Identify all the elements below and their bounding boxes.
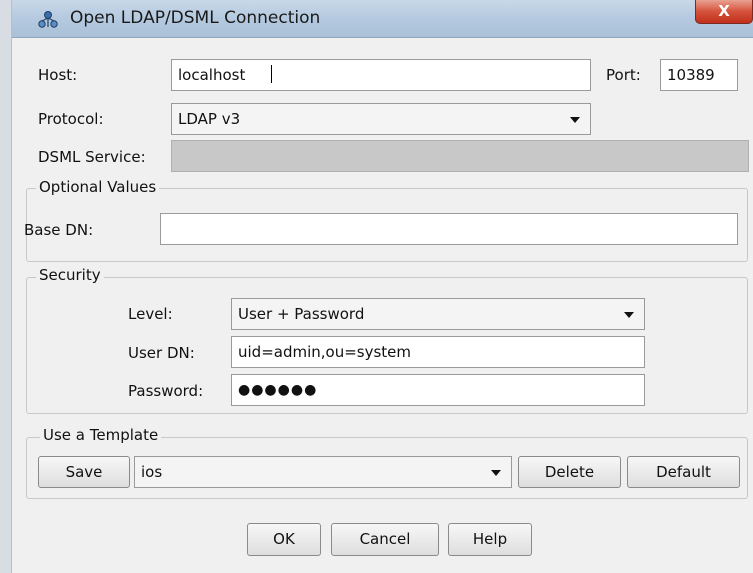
help-button[interactable]: Help — [448, 523, 532, 556]
cancel-button[interactable]: Cancel — [331, 523, 439, 556]
port-input[interactable]: 10389 — [660, 59, 738, 91]
dsml-service-label: DSML Service: — [38, 148, 146, 166]
protocol-dropdown[interactable]: LDAP v3 — [171, 103, 591, 135]
window-left-edge — [0, 0, 12, 573]
port-label: Port: — [606, 66, 641, 84]
base-dn-input[interactable] — [160, 213, 738, 245]
chevron-down-icon — [570, 117, 580, 123]
security-legend: Security — [36, 266, 104, 284]
user-dn-label: User DN: — [128, 344, 195, 362]
user-dn-input[interactable]: uid=admin,ou=system — [231, 336, 645, 368]
chevron-down-icon — [491, 470, 501, 476]
password-label: Password: — [128, 382, 204, 400]
protocol-label: Protocol: — [38, 110, 104, 128]
template-dropdown[interactable]: ios — [134, 456, 512, 488]
ldap-tree-icon — [38, 11, 58, 28]
optional-values-legend: Optional Values — [36, 178, 160, 196]
base-dn-label: Base DN: — [24, 221, 94, 239]
protocol-value: LDAP v3 — [178, 110, 241, 128]
ok-button[interactable]: OK — [247, 523, 321, 556]
save-button[interactable]: Save — [38, 456, 130, 488]
window-title: Open LDAP/DSML Connection — [70, 8, 321, 28]
title-bar[interactable]: Open LDAP/DSML Connection X — [12, 0, 753, 38]
template-value: ios — [141, 463, 163, 481]
close-button[interactable]: X — [695, 0, 753, 24]
host-input[interactable]: localhost — [171, 59, 591, 91]
security-level-dropdown[interactable]: User + Password — [231, 298, 645, 330]
chevron-down-icon — [624, 312, 634, 318]
delete-button[interactable]: Delete — [518, 456, 621, 488]
security-level-value: User + Password — [238, 305, 365, 323]
password-input[interactable]: ●●●●●● — [231, 374, 645, 406]
level-label: Level: — [128, 305, 173, 323]
dsml-service-input — [171, 140, 749, 172]
host-label: Host: — [38, 66, 78, 84]
text-caret — [271, 65, 272, 83]
template-legend: Use a Template — [40, 426, 162, 444]
default-button[interactable]: Default — [627, 456, 740, 488]
